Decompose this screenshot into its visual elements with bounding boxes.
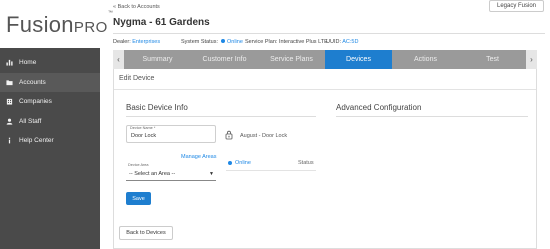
edit-device-panel: Edit Device Basic Device Info Advanced C… [113,69,537,249]
logo-tm: ™ [107,10,114,16]
divider [336,116,528,117]
back-to-accounts-link[interactable]: « Back to Accounts [113,4,160,10]
logo-area: FusionPRO ™ [0,0,113,48]
info-icon [6,137,13,144]
sidebar-item-help-center[interactable]: Help Center [0,131,100,151]
tab-service-plans[interactable]: Service Plans [258,50,325,69]
device-area-value: -- Select an Area -- [129,171,176,177]
uuid-link[interactable]: AC:5D [342,39,358,45]
service-plan-info: Service Plan: Interactive Plus LTE [245,39,328,45]
status-dot-icon [221,39,225,44]
tab-summary[interactable]: Summary [124,50,191,69]
building-icon [6,98,13,105]
fusion-pro-logo[interactable]: FusionPRO ™ [6,10,114,38]
legacy-fusion-button[interactable]: Legacy Fusion [489,0,544,12]
manage-areas-link[interactable]: Manage Areas [181,154,216,160]
service-plan-label: Service Plan: [245,39,278,45]
caret-down-icon: ▼ [209,171,214,177]
system-status-label: System Status: [181,39,218,45]
device-display-name: August - Door Lock [240,133,288,139]
sidebar-item-label: Home [19,59,37,67]
service-plan-value: Interactive Plus LTE [278,39,328,45]
divider [114,89,536,90]
tab-actions[interactable]: Actions [392,50,459,69]
system-status-value: Online [227,39,243,45]
divider [126,116,316,117]
user-icon [6,118,13,125]
sidebar-item-accounts[interactable]: Accounts [0,72,100,92]
tab-customer-info[interactable]: Customer Info [191,50,258,69]
panel-title: Edit Device [119,75,155,82]
bar-chart-icon [6,59,13,66]
chevron-right-icon: › [530,55,533,64]
sidebar-item-label: Companies [19,98,52,106]
account-title: Nygma - 61 Gardens [113,17,210,28]
folder-icon [6,79,13,86]
save-button[interactable]: Save [126,192,151,205]
device-area-select[interactable]: -- Select an Area -- ▼ [126,168,216,181]
tab-devices[interactable]: Devices [325,50,392,69]
dealer-info: Dealer: Enterprises [113,39,160,45]
divider [113,33,545,34]
status-dot-icon [228,161,232,165]
tab-bar: ‹ Summary Customer Info Service Plans De… [113,50,537,69]
sidebar-nav: Home Accounts Companies All Staff Help C… [0,53,100,151]
logo-suffix-text: PRO [73,19,108,36]
basic-info-title: Basic Device Info [126,103,188,112]
tab-scroll-right[interactable]: › [526,50,537,69]
uuid-label: UUID: [326,39,341,45]
logo-main-text: Fusion [6,12,74,37]
uuid-info: UUID: AC:5D [326,39,358,45]
sidebar-item-all-staff[interactable]: All Staff [0,112,100,132]
divider [226,170,316,171]
device-name-label: Device Name * [130,126,156,130]
chevron-left-icon: ‹ [117,55,120,64]
tab-test[interactable]: Test [459,50,526,69]
sidebar-item-home[interactable]: Home [0,53,100,73]
sidebar: FusionPRO™ Home Accounts Companies All S… [0,0,113,249]
back-to-devices-button[interactable]: Back to Devices [119,226,173,240]
sidebar-item-label: All Staff [19,117,42,125]
sidebar-item-label: Accounts [19,78,46,86]
sidebar-item-label: Help Center [19,137,54,145]
tab-scroll-left[interactable]: ‹ [113,50,124,69]
advanced-config-title: Advanced Configuration [336,103,422,112]
device-status: Online [228,160,251,166]
device-name-value: Door Lock [131,133,157,139]
status-value: Online [235,160,251,166]
dealer-label: Dealer: [113,39,131,45]
status-label: Status [298,160,314,166]
device-area-label: Device Area [128,163,149,167]
system-status-info: System Status: Online [181,39,243,45]
sidebar-item-companies[interactable]: Companies [0,92,100,112]
lock-icon [225,130,233,140]
dealer-link[interactable]: Enterprises [132,39,160,45]
